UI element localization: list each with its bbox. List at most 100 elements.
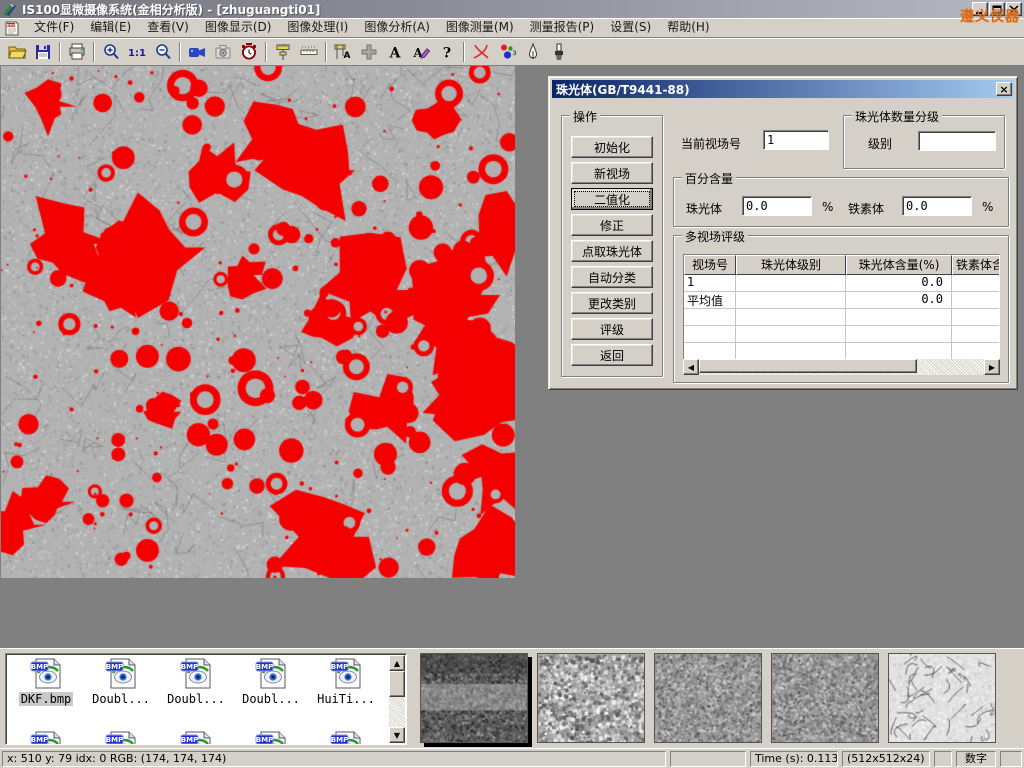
level-label: 级别 <box>868 135 892 152</box>
toolbar: 1:1AAA?3 <box>0 38 1024 66</box>
annotate-button[interactable]: A <box>408 40 434 64</box>
status-mode: 数字 <box>956 751 996 767</box>
file-item-0[interactable]: BMPDKF.bmp <box>10 657 82 706</box>
save-button[interactable] <box>30 40 56 64</box>
svg-text:A: A <box>389 45 402 61</box>
brush-tool-icon <box>549 42 569 62</box>
svg-text:BMP: BMP <box>106 736 123 744</box>
file-browser: BMPDKF.bmpBMPDoubl...BMPDoubl...BMPDoubl… <box>5 653 407 745</box>
zoom-in-button[interactable] <box>98 40 124 64</box>
file-item-row2-1[interactable]: BMP <box>85 730 157 745</box>
pick-pearlite-button[interactable]: 点取珠光体 <box>571 240 653 262</box>
scroll-left-button[interactable]: ◀ <box>683 359 699 375</box>
scroll-down-button[interactable]: ▼ <box>389 727 405 743</box>
dialog-close-button[interactable]: × <box>996 82 1012 96</box>
table-cell <box>952 275 1000 292</box>
table-header-row: 视场号珠光体级别珠光体含量(%)铁素体含量(%) <box>684 255 999 275</box>
caliper-icon <box>273 42 293 62</box>
menu-item-9[interactable]: 帮助(H) <box>659 18 717 37</box>
actual-size-button[interactable]: 1:1 <box>124 40 150 64</box>
thumbnail-3[interactable] <box>771 653 879 743</box>
new-field-button[interactable]: 新视场 <box>571 162 653 184</box>
ferrite-label: 铁素体 <box>848 200 884 217</box>
open-icon <box>7 42 27 62</box>
help-button[interactable]: ? <box>434 40 460 64</box>
table-cell: 平均值 <box>684 292 736 309</box>
grade-button[interactable]: 评级 <box>571 318 653 340</box>
close-button[interactable] <box>1006 2 1022 16</box>
auto-classify-button[interactable]: 自动分类 <box>571 266 653 288</box>
file-item-2[interactable]: BMPDoubl... <box>160 657 232 706</box>
thumbnail-2[interactable] <box>654 653 762 743</box>
grading-table[interactable]: 视场号珠光体级别珠光体含量(%)铁素体含量(%)10.0平均值0.0 <box>683 254 1000 361</box>
measure-text-button[interactable]: A <box>330 40 356 64</box>
bottom-panel: BMPDKF.bmpBMPDoubl...BMPDoubl...BMPDoubl… <box>0 648 1024 748</box>
clock-button[interactable] <box>236 40 262 64</box>
minimize-button[interactable] <box>972 2 988 16</box>
table-hscrollbar[interactable]: ◀ ▶ <box>683 359 1000 375</box>
maximize-button[interactable] <box>989 2 1005 16</box>
file-item-row2-2[interactable]: BMP <box>160 730 232 745</box>
menu-item-0[interactable]: 文件(F) <box>26 18 82 37</box>
print-button[interactable] <box>64 40 90 64</box>
multi-field-group: 多视场评级 视场号珠光体级别珠光体含量(%)铁素体含量(%)10.0平均值0.0… <box>673 235 1009 383</box>
text-button[interactable]: A <box>382 40 408 64</box>
metallograph-image[interactable] <box>1 66 515 578</box>
current-field-input[interactable] <box>763 130 829 150</box>
open-button[interactable] <box>4 40 30 64</box>
file-item-4[interactable]: BMPHuiTi... <box>310 657 382 706</box>
clock-icon <box>239 42 259 62</box>
video-camera-button[interactable] <box>184 40 210 64</box>
zoom-out-button[interactable] <box>150 40 176 64</box>
scroll-thumb[interactable] <box>699 359 917 373</box>
correct-button[interactable]: 修正 <box>571 214 653 236</box>
curve-tool-button[interactable] <box>468 40 494 64</box>
pearlite-percent-input[interactable] <box>742 196 812 216</box>
level-input[interactable] <box>918 131 996 151</box>
thumbnail-1[interactable] <box>537 653 645 743</box>
file-item-1[interactable]: BMPDoubl... <box>85 657 157 706</box>
pen-tool-button[interactable] <box>520 40 546 64</box>
caliper-button[interactable] <box>270 40 296 64</box>
svg-text:BMP: BMP <box>256 736 273 744</box>
initialize-button[interactable]: 初始化 <box>571 136 653 158</box>
app-icon[interactable] <box>2 2 18 16</box>
menu-item-6[interactable]: 图像测量(M) <box>438 18 522 37</box>
dialog-title-bar[interactable]: 珠光体(GB/T9441-88) × <box>552 80 1014 98</box>
file-item-row2-3[interactable]: BMP <box>235 730 307 745</box>
menu-item-5[interactable]: 图像分析(A) <box>356 18 438 37</box>
file-name: Doubl... <box>90 692 152 706</box>
menu-item-3[interactable]: 图像显示(D) <box>197 18 280 37</box>
file-item-3[interactable]: BMPDoubl... <box>235 657 307 706</box>
table-header-cell: 珠光体级别 <box>736 255 846 275</box>
pan-cross-button[interactable] <box>356 40 382 64</box>
ferrite-percent-input[interactable] <box>902 196 972 216</box>
ruler-button[interactable] <box>296 40 322 64</box>
file-item-row2-4[interactable]: BMP <box>310 730 382 745</box>
status-time: Time (s): 0.113 <box>750 751 838 767</box>
scroll-track[interactable] <box>699 359 984 375</box>
scroll-right-button[interactable]: ▶ <box>984 359 1000 375</box>
menu-item-7[interactable]: 测量报告(P) <box>522 18 603 37</box>
scroll-thumb[interactable] <box>389 671 405 697</box>
thumbnail-4[interactable] <box>888 653 996 743</box>
status-empty-3 <box>1000 751 1022 767</box>
brush-tool-button[interactable] <box>546 40 572 64</box>
thumbnail-0[interactable] <box>420 653 528 743</box>
binarize-button[interactable]: 二值化 <box>571 188 653 210</box>
file-item-row2-0[interactable]: BMP <box>10 730 82 745</box>
menu-item-4[interactable]: 图像处理(I) <box>279 18 356 37</box>
menu-item-8[interactable]: 设置(S) <box>602 18 659 37</box>
document-icon[interactable]: DOC <box>4 20 20 36</box>
menu-item-1[interactable]: 编辑(E) <box>82 18 139 37</box>
camera-button[interactable] <box>210 40 236 64</box>
scroll-up-button[interactable]: ▲ <box>389 655 405 671</box>
status-empty-1 <box>670 751 746 767</box>
change-class-button[interactable]: 更改类别 <box>571 292 653 314</box>
svg-text:3: 3 <box>513 51 517 57</box>
particle-classify-button[interactable]: 3 <box>494 40 520 64</box>
file-vscrollbar[interactable]: ▲ ▼ <box>389 655 405 743</box>
zoom-out-icon <box>153 42 173 62</box>
menu-item-2[interactable]: 查看(V) <box>139 18 197 37</box>
return-button[interactable]: 返回 <box>571 344 653 366</box>
